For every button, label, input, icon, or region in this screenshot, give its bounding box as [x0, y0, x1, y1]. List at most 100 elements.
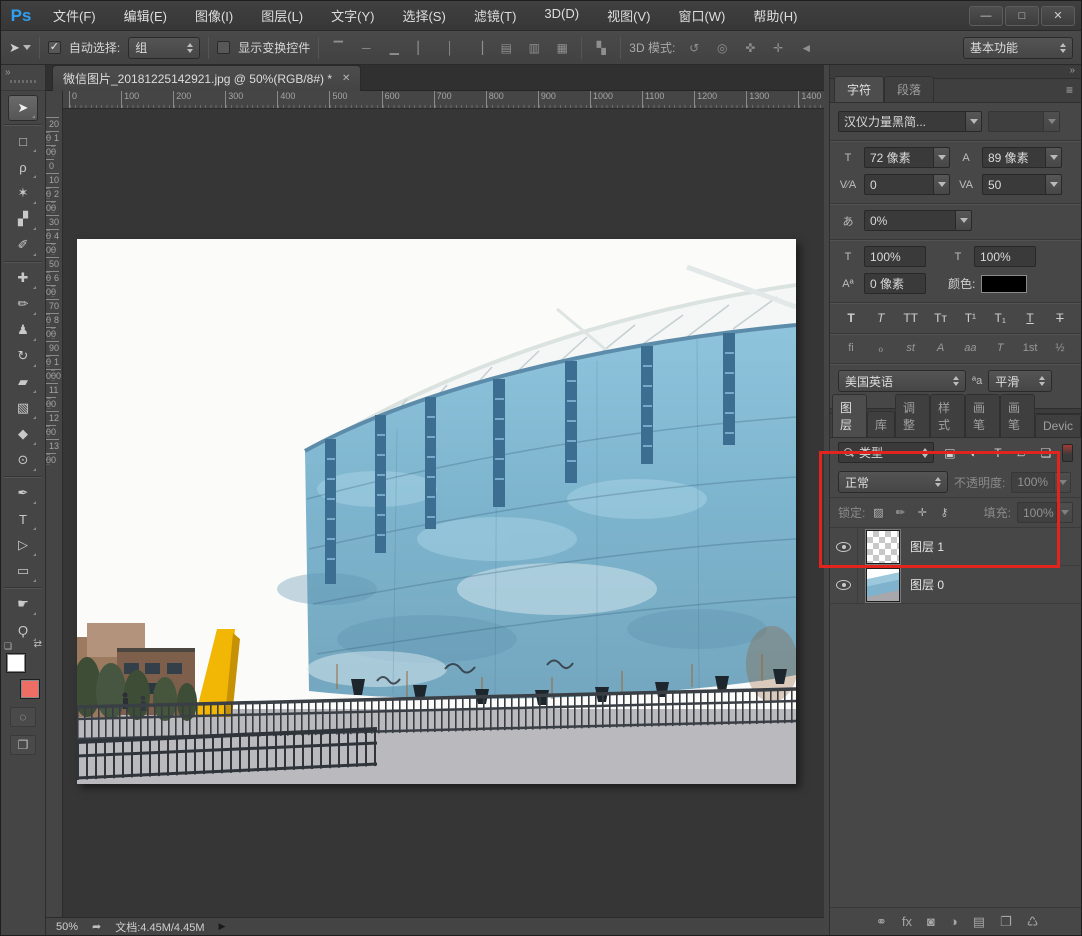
3d-mode-icon[interactable]: ✛ [767, 38, 789, 58]
tool-button[interactable]: ✚ [8, 265, 38, 291]
layer-row[interactable]: 图层 0 [830, 566, 1081, 604]
text-style-button[interactable]: T [870, 311, 892, 325]
text-style-button[interactable]: T [1049, 311, 1071, 325]
tool-button[interactable]: ☛ [8, 591, 38, 617]
tool-button[interactable]: ↻ [8, 343, 38, 369]
font-family-dropdown[interactable]: 汉仪力量黑简... [838, 111, 982, 132]
canvas[interactable] [63, 109, 824, 917]
swap-colors-icon[interactable]: ⇄ [34, 639, 42, 650]
tool-button[interactable]: □ [8, 128, 38, 154]
layer-filter-icon[interactable]: ▣ [940, 446, 960, 460]
layers-bottom-icon[interactable]: ❐ [1000, 914, 1012, 930]
panel-tab[interactable]: 样式 [930, 394, 965, 437]
layer-filter-icon[interactable]: ▱ [1012, 446, 1032, 460]
tool-button[interactable]: ▭ [8, 558, 38, 584]
lock-icon[interactable]: ✛ [915, 506, 929, 519]
layer-filter-type-dropdown[interactable]: 类型 [838, 442, 934, 463]
text-color-swatch[interactable] [981, 275, 1027, 293]
tool-button[interactable]: ✶ [8, 180, 38, 206]
layers-bottom-icon[interactable]: ◑ [950, 914, 958, 929]
menu-item[interactable]: 滤镜(T) [462, 2, 529, 29]
opentype-feature-button[interactable]: ½ [1049, 342, 1071, 355]
close-tab-icon[interactable]: ✕ [342, 73, 350, 84]
opentype-feature-button[interactable]: ℴ [870, 342, 892, 355]
layers-bottom-icon[interactable]: ◙ [927, 914, 935, 929]
auto-select-checkbox[interactable]: ✓ [48, 41, 61, 54]
anti-alias-dropdown[interactable]: 平滑 [988, 370, 1052, 392]
fill-dropdown[interactable]: 100% [1017, 502, 1073, 523]
3d-mode-icon[interactable]: ✜ [739, 38, 761, 58]
3d-mode-icon[interactable]: ◄ [795, 38, 817, 58]
collapse-panels-icon[interactable]: » [1069, 65, 1075, 76]
menu-item[interactable]: 图像(I) [183, 2, 245, 29]
distribute-icon[interactable]: ▚ [590, 38, 612, 58]
tool-button[interactable]: ◆ [8, 421, 38, 447]
status-expand-icon[interactable]: ▶ [219, 921, 226, 932]
screen-mode-button[interactable]: ❐ [10, 735, 36, 755]
tool-button[interactable]: ✒ [8, 480, 38, 506]
text-style-button[interactable]: Tᴛ [930, 311, 952, 325]
menu-item[interactable]: 帮助(H) [741, 2, 809, 29]
horizontal-ruler[interactable]: 0100200300400500600700800900100011001200… [63, 91, 824, 109]
horizontal-scale-field[interactable]: 100% [974, 246, 1036, 267]
font-style-dropdown[interactable] [988, 111, 1060, 132]
lock-icon[interactable]: ▨ [871, 506, 885, 519]
panel-tab[interactable]: 画笔 [965, 394, 1000, 437]
align-icon[interactable]: ─ [355, 38, 377, 58]
layer-visibility-toggle[interactable] [830, 566, 858, 603]
baseline-shift-field[interactable]: 0 像素 [864, 273, 926, 294]
menu-item[interactable]: 3D(D) [532, 2, 591, 29]
layer-filter-icon[interactable]: ◐ [964, 446, 984, 460]
layer-visibility-toggle[interactable] [830, 528, 858, 565]
tool-button[interactable]: ▰ [8, 369, 38, 395]
text-style-button[interactable]: T₁ [989, 311, 1011, 325]
menu-item[interactable]: 窗口(W) [666, 2, 737, 29]
menu-item[interactable]: 图层(L) [249, 2, 315, 29]
panel-tab[interactable]: Devic [1035, 414, 1081, 437]
layer-thumbnail[interactable] [866, 568, 900, 602]
foreground-color-swatch[interactable] [6, 653, 26, 673]
close-button[interactable]: ✕ [1041, 6, 1075, 26]
layer-row[interactable]: 图层 1 [830, 528, 1081, 566]
quick-mask-button[interactable]: ◌ [10, 707, 36, 727]
align-icon[interactable]: ▤ [495, 38, 517, 58]
tool-button[interactable]: ♟ [8, 317, 38, 343]
align-icon[interactable]: ▔ [327, 38, 349, 58]
align-icon[interactable]: ▕ [467, 38, 489, 58]
align-icon[interactable]: ▥ [523, 38, 545, 58]
document-tab[interactable]: 微信图片_20181225142921.jpg @ 50%(RGB/8#) * … [52, 65, 361, 91]
layers-bottom-icon[interactable]: ▤ [973, 914, 985, 930]
tool-button[interactable]: ▞ [8, 206, 38, 232]
layer-name[interactable]: 图层 1 [910, 538, 944, 555]
align-icon[interactable]: │ [439, 38, 461, 58]
3d-mode-icon[interactable]: ◎ [711, 38, 733, 58]
text-style-button[interactable]: T [1019, 311, 1041, 325]
opentype-feature-button[interactable]: fi [840, 342, 862, 355]
layer-filter-toggle[interactable] [1062, 444, 1073, 462]
layers-bottom-icon[interactable]: ♺ [1027, 914, 1039, 930]
zoom-level[interactable]: 50% [56, 921, 78, 933]
auto-select-group-dropdown[interactable]: 组 [128, 37, 200, 59]
background-color-swatch[interactable] [20, 679, 40, 699]
default-colors-icon[interactable]: ❏ [4, 641, 12, 652]
opentype-feature-button[interactable]: A [930, 342, 952, 355]
opentype-feature-button[interactable]: T [989, 342, 1011, 355]
align-icon[interactable]: ▦ [551, 38, 573, 58]
tool-button[interactable]: ✏ [8, 291, 38, 317]
panel-tab[interactable]: 画笔 [1000, 394, 1035, 437]
tool-button[interactable]: ⊙ [8, 447, 38, 473]
opentype-feature-button[interactable]: st [900, 342, 922, 355]
tool-button[interactable]: ▷ [8, 532, 38, 558]
opentype-feature-button[interactable]: 1st [1019, 342, 1041, 355]
menu-item[interactable]: 选择(S) [390, 2, 457, 29]
menu-item[interactable]: 文字(Y) [319, 2, 386, 29]
tracking-dropdown[interactable]: 50 [982, 174, 1062, 195]
workspace-switcher-dropdown[interactable]: 基本功能 [963, 37, 1073, 59]
lock-icon[interactable]: ⚷ [937, 506, 951, 519]
layers-bottom-icon[interactable]: fx [902, 914, 912, 929]
maximize-button[interactable]: □ [1005, 6, 1039, 26]
show-transform-checkbox[interactable]: ✓ [217, 41, 230, 54]
panel-grip[interactable] [10, 80, 36, 83]
menu-item[interactable]: 编辑(E) [112, 2, 179, 29]
panel-tab[interactable]: 库 [867, 411, 895, 437]
